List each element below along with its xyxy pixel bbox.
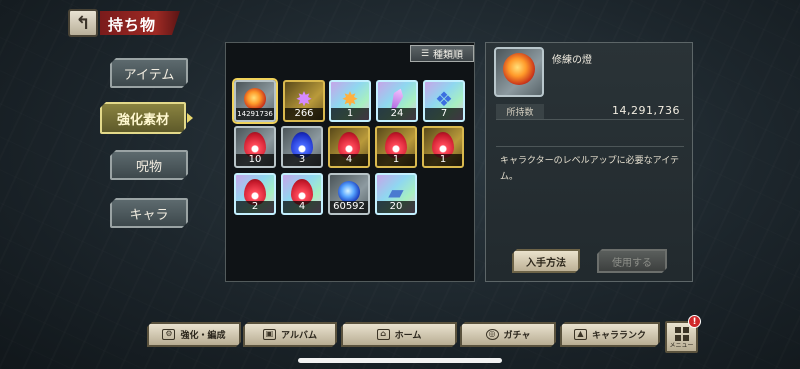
item-count: 14291736 (236, 108, 274, 120)
sidebar-item-characters[interactable]: キャラ (110, 198, 188, 228)
item-slot[interactable]: ▰ 20 (375, 173, 417, 215)
sidebar-item-cursed-objects[interactable]: 呪物 (110, 150, 188, 180)
item-slot[interactable]: ✸ 266 (283, 80, 325, 122)
nav-label: キャラランク (591, 331, 646, 341)
back-arrow-icon: ↰ (75, 12, 91, 34)
item-count: 7 (425, 108, 463, 120)
item-slot[interactable]: 1 (422, 126, 464, 168)
nav-label: アルバム (281, 331, 317, 341)
nav-rank-button[interactable]: ▲ キャラランク (560, 322, 660, 347)
item-count: 20 (377, 201, 415, 213)
item-slot[interactable]: ✸ 1 (329, 80, 371, 122)
item-count: 24 (378, 108, 416, 120)
item-slot[interactable]: 4 (328, 126, 370, 168)
nav-label: ガチャ (503, 331, 531, 341)
nav-upgrade-button[interactable]: ⚙ 強化・編成 (147, 322, 241, 347)
active-indicator-arrow-icon (187, 113, 193, 123)
rank-icon: ▲ (574, 329, 587, 340)
item-slot[interactable]: ❖ 7 (423, 80, 465, 122)
menu-label: メニュー (669, 342, 694, 349)
item-name: 修練の燈 (552, 55, 592, 66)
item-slot[interactable]: 24 (376, 80, 418, 122)
nav-label: ホーム (394, 331, 422, 341)
purple-spark-icon: ✸ (341, 87, 359, 112)
sidebar-item-items[interactable]: アイテム (110, 58, 188, 88)
upgrade-icon: ⚙ (162, 329, 175, 340)
nav-label: 強化・編成 (180, 331, 226, 341)
blue-tablet-icon: ▰ (388, 180, 404, 205)
blue-fire-orb-icon (338, 180, 360, 203)
item-count: 10 (236, 154, 274, 166)
item-count: 2 (236, 201, 274, 213)
item-slot[interactable]: 3 (281, 126, 323, 168)
selected-item-icon (494, 47, 544, 97)
home-indicator[interactable] (298, 358, 502, 363)
item-count: 3 (283, 154, 321, 166)
menu-grid-icon (675, 327, 689, 341)
nav-home-button[interactable]: ⌂ ホーム (341, 322, 457, 347)
album-icon: ▣ (263, 329, 276, 340)
fire-orb-icon (244, 87, 266, 110)
notification-badge: ! (688, 315, 701, 328)
item-slot[interactable]: 14291736 (234, 80, 276, 122)
purple-spark-icon: ✸ (295, 87, 313, 112)
nav-album-button[interactable]: ▣ アルバム (243, 322, 337, 347)
holding-label: 所持数 (496, 104, 544, 119)
blue-shards-icon: ❖ (435, 87, 453, 112)
item-slot[interactable]: 4 (281, 173, 323, 215)
divider (496, 146, 684, 147)
item-slot[interactable]: 60592 (328, 173, 370, 215)
obtain-method-button[interactable]: 入手方法 (512, 249, 580, 273)
page-title: 持ち物 (100, 11, 180, 35)
item-slot[interactable]: 10 (234, 126, 276, 168)
item-count: 266 (285, 108, 323, 120)
gacha-icon: ◎ (486, 329, 499, 340)
back-button[interactable]: ↰ (68, 9, 98, 37)
fire-orb-icon (503, 53, 535, 86)
sort-icon: ☰ (420, 48, 430, 59)
item-slot[interactable]: 1 (375, 126, 417, 168)
sidebar-item-materials[interactable]: 強化素材 (100, 102, 186, 134)
holding-row: 所持数 14,291,736 (496, 104, 684, 120)
sort-label: 種類順 (433, 50, 464, 61)
item-slot[interactable]: 2 (234, 173, 276, 215)
holding-value: 14,291,736 (612, 104, 680, 117)
item-count: 1 (331, 108, 369, 120)
item-count: 1 (424, 154, 462, 166)
item-description: キャラクターのレベルアップに必要なアイテム。 (500, 156, 680, 182)
item-count: 4 (330, 154, 368, 166)
item-count: 60592 (330, 201, 368, 213)
home-icon: ⌂ (377, 329, 390, 340)
item-count: 1 (377, 154, 415, 166)
sort-button[interactable]: ☰ 種類順 (410, 45, 474, 62)
use-button[interactable]: 使用する (597, 249, 667, 273)
item-count: 4 (283, 201, 321, 213)
nav-gacha-button[interactable]: ◎ ガチャ (460, 322, 556, 347)
